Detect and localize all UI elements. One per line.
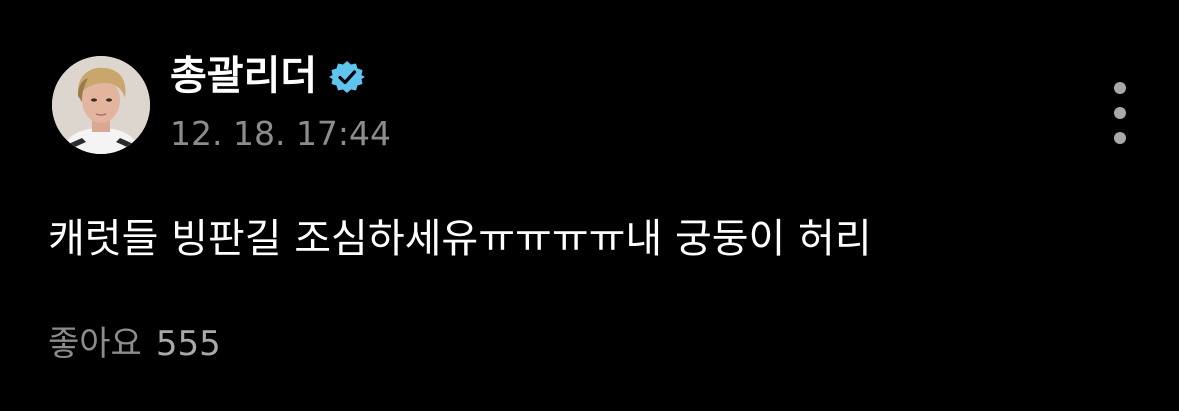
post-body-text: 캐럿들 빙판길 조심하세유ㅠㅠㅠㅠ내 궁둥이 허리 xyxy=(48,216,872,262)
post-timestamp: 12. 18. 17:44 xyxy=(170,114,392,153)
avatar-image xyxy=(52,56,150,154)
likes-row[interactable]: 좋아요 555 xyxy=(48,322,221,366)
more-vertical-icon-dot-3 xyxy=(1114,132,1126,144)
author-name[interactable]: 총괄리더 xyxy=(170,52,317,100)
likes-label: 좋아요 xyxy=(48,324,142,364)
more-vertical-icon xyxy=(1114,82,1126,94)
more-vertical-icon-dot-2 xyxy=(1114,107,1126,119)
more-options-button[interactable] xyxy=(1098,82,1142,144)
post-card: 총괄리더 12. 18. 17:44 캐럿들 빙판길 조심하세유ㅠㅠㅠㅠ내 궁둥… xyxy=(0,0,1179,411)
verified-badge-icon xyxy=(329,58,366,94)
avatar[interactable] xyxy=(52,56,150,154)
author-name-row[interactable]: 총괄리더 xyxy=(170,52,366,100)
likes-count: 555 xyxy=(155,324,221,364)
